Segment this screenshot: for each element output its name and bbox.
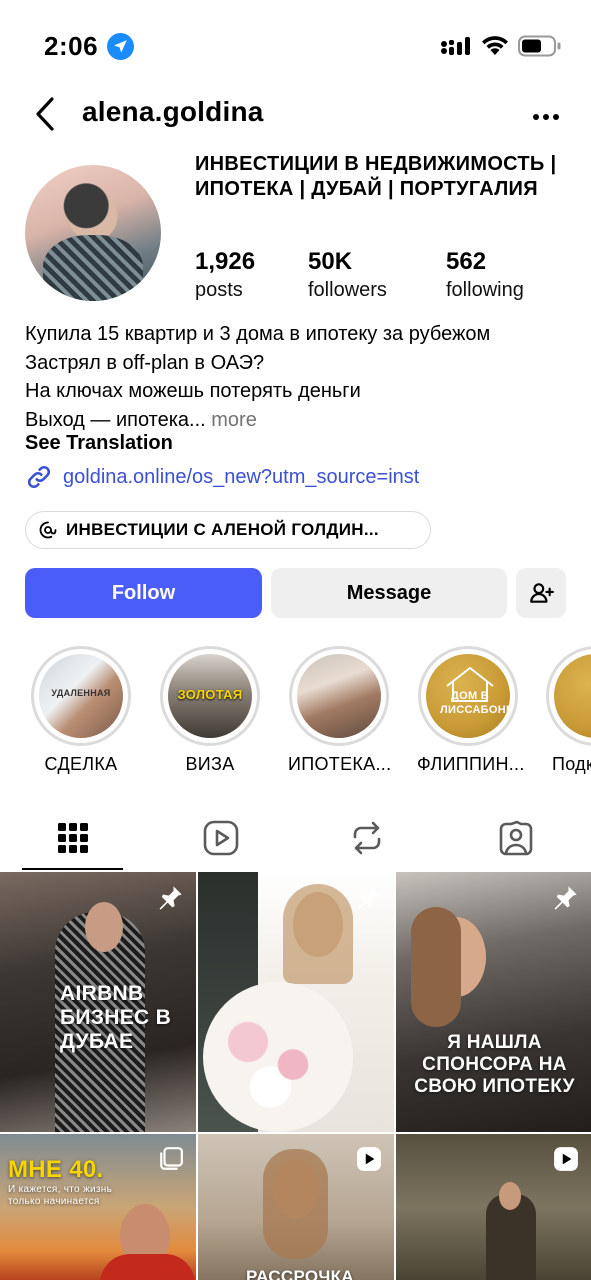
stat-following[interactable]: 562 following (446, 247, 524, 303)
battery-icon (518, 35, 562, 62)
highlight-label: ВИЗА (185, 754, 235, 774)
status-bar: 2:06 (0, 0, 591, 90)
suggested-users-button[interactable] (516, 568, 566, 618)
highlight-item[interactable]: ЗОЛОТАЯ ВИЗА (159, 646, 261, 775)
tab-grid[interactable] (22, 808, 123, 868)
highlight-ring: УДАЛЕННАЯ (31, 646, 131, 746)
highlight-cover-caption: УДАЛЕННАЯ (51, 688, 111, 698)
tab-reels[interactable] (170, 808, 271, 868)
carousel-icon (160, 1147, 183, 1170)
tab-reposts[interactable] (316, 808, 417, 868)
post-hair-shape (411, 907, 461, 1027)
bio-line: На ключах можешь потерять деньги (25, 380, 361, 402)
highlight-item[interactable]: ДОМ В ЛИССАБОНЕ ФЛИППИН... (417, 646, 525, 775)
post-hair-shape (283, 884, 353, 984)
reel-play-icon (554, 1147, 578, 1171)
profile-header: alena.goldina (0, 90, 591, 140)
post-tile[interactable] (198, 872, 394, 1132)
post-face-shape (85, 902, 123, 952)
active-tab-indicator (22, 868, 123, 870)
more-options-icon[interactable] (532, 108, 560, 126)
post-overlay-text: МНЕ 40. (8, 1156, 104, 1183)
post-tile[interactable]: МНЕ 40. И кажется, что жизнь только начи… (0, 1134, 196, 1280)
pinned-icon (357, 886, 380, 910)
tab-tagged[interactable] (465, 808, 566, 868)
post-overlay-text: AIRBNB БИЗНЕС В ДУБАЕ (60, 982, 172, 1054)
stat-followers[interactable]: 50K followers (308, 247, 387, 303)
stat-following-label: following (446, 279, 524, 301)
post-overlay-subtext: И кажется, что жизнь только начинается (8, 1184, 113, 1207)
post-tile[interactable]: AIRBNB БИЗНЕС В ДУБАЕ (0, 872, 196, 1132)
see-translation-link[interactable]: See Translation (25, 432, 173, 455)
stat-posts-value: 1,926 (195, 248, 256, 275)
profile-content-tabs (0, 808, 591, 870)
bio-line: Купила 15 квартир и 3 дома в ипотеку за … (25, 323, 491, 345)
highlight-item[interactable]: ИПОТЕКА... (288, 646, 392, 775)
tagged-person-icon (499, 820, 532, 856)
reels-icon (203, 820, 238, 856)
website-link-text[interactable]: goldina.online/os_new?utm_source=inst (63, 466, 419, 489)
wifi-icon (481, 35, 509, 62)
profile-bio: Купила 15 квартир и 3 дома в ипотеку за … (25, 320, 585, 434)
grid-icon (57, 823, 88, 853)
highlight-ring (546, 646, 591, 746)
highlight-label: ФЛИППИН... (417, 754, 525, 774)
post-tile[interactable] (396, 1134, 591, 1280)
highlight-label: СДЕЛКА (44, 754, 118, 774)
status-time: 2:06 (44, 31, 99, 61)
bio-line-last: Выход — ипотека... more (25, 406, 585, 435)
post-tile[interactable]: Я НАШЛА СПОНСОРА НА СВОЮ ИПОТЕКУ (396, 872, 591, 1132)
profile-avatar[interactable] (25, 165, 161, 301)
stat-posts-label: posts (195, 279, 243, 301)
post-hair-shape (263, 1149, 328, 1259)
highlight-cover (554, 654, 591, 738)
profile-website-link[interactable]: goldina.online/os_new?utm_source=inst (25, 463, 419, 491)
threads-chip-label: ИНВЕСТИЦИИ С АЛЕНОЙ ГОЛДИН... (66, 520, 379, 539)
highlight-cover: УДАЛЕННАЯ (39, 654, 123, 738)
follow-button[interactable]: Follow (25, 568, 262, 618)
message-button[interactable]: Message (271, 568, 507, 618)
link-chain-icon (27, 465, 51, 489)
threads-chip[interactable]: ИНВЕСТИЦИИ С АЛЕНОЙ ГОЛДИН... (25, 511, 431, 549)
bio-line-text: Выход — ипотека... (25, 408, 206, 431)
post-tile[interactable]: РАССРОЧКА (198, 1134, 394, 1280)
highlight-ring (289, 646, 389, 746)
post-overlay-text: Я НАШЛА СПОНСОРА НА СВОЮ ИПОТЕКУ (414, 1032, 575, 1097)
stat-followers-label: followers (308, 279, 387, 301)
stat-following-value: 562 (446, 248, 487, 275)
pinned-icon (159, 886, 182, 910)
avatar-jacket-shape (43, 235, 143, 301)
highlight-item[interactable]: УДАЛЕННАЯ СДЕЛКА (30, 646, 132, 775)
highlight-cover-caption: ЗОЛОТАЯ (177, 687, 243, 702)
post-red-outfit-shape (100, 1254, 195, 1280)
add-user-icon (530, 583, 554, 603)
profile-username: alena.goldina (82, 96, 264, 127)
profile-category-title: ИНВЕСТИЦИИ В НЕДВИЖИМОСТЬ | ИПОТЕКА | ДУ… (195, 153, 557, 200)
back-chevron-icon[interactable] (30, 96, 60, 132)
post-face-shape (499, 1182, 521, 1210)
highlight-label: ИПОТЕКА... (288, 754, 392, 774)
reel-play-icon (357, 1147, 381, 1171)
highlight-ring: ДОМ В ЛИССАБОНЕ (418, 646, 518, 746)
bio-line: Застрял в off-plan в ОАЭ? (25, 351, 265, 374)
highlight-cover: ДОМ В ЛИССАБОНЕ (426, 654, 510, 738)
highlight-cover: ЗОЛОТАЯ (168, 654, 252, 738)
highlight-ring: ЗОЛОТАЯ (160, 646, 260, 746)
post-bouquet-shape (203, 982, 353, 1132)
highlight-item[interactable]: Подк (546, 646, 591, 775)
repost-icon (353, 821, 380, 855)
highlight-label: Подк (552, 754, 591, 774)
highlight-cover (297, 654, 381, 738)
location-arrow-icon (107, 33, 134, 60)
post-overlay-text: РАССРОЧКА (246, 1267, 354, 1280)
cellular-signal-icon (440, 36, 472, 61)
stat-followers-value: 50K (308, 248, 353, 275)
highlight-cover-caption: ДОМ В ЛИССАБОНЕ (440, 690, 510, 716)
pinned-icon (554, 886, 577, 910)
threads-icon (39, 521, 57, 539)
bio-more-link[interactable]: more (211, 409, 257, 431)
stat-posts[interactable]: 1,926 posts (195, 247, 255, 303)
